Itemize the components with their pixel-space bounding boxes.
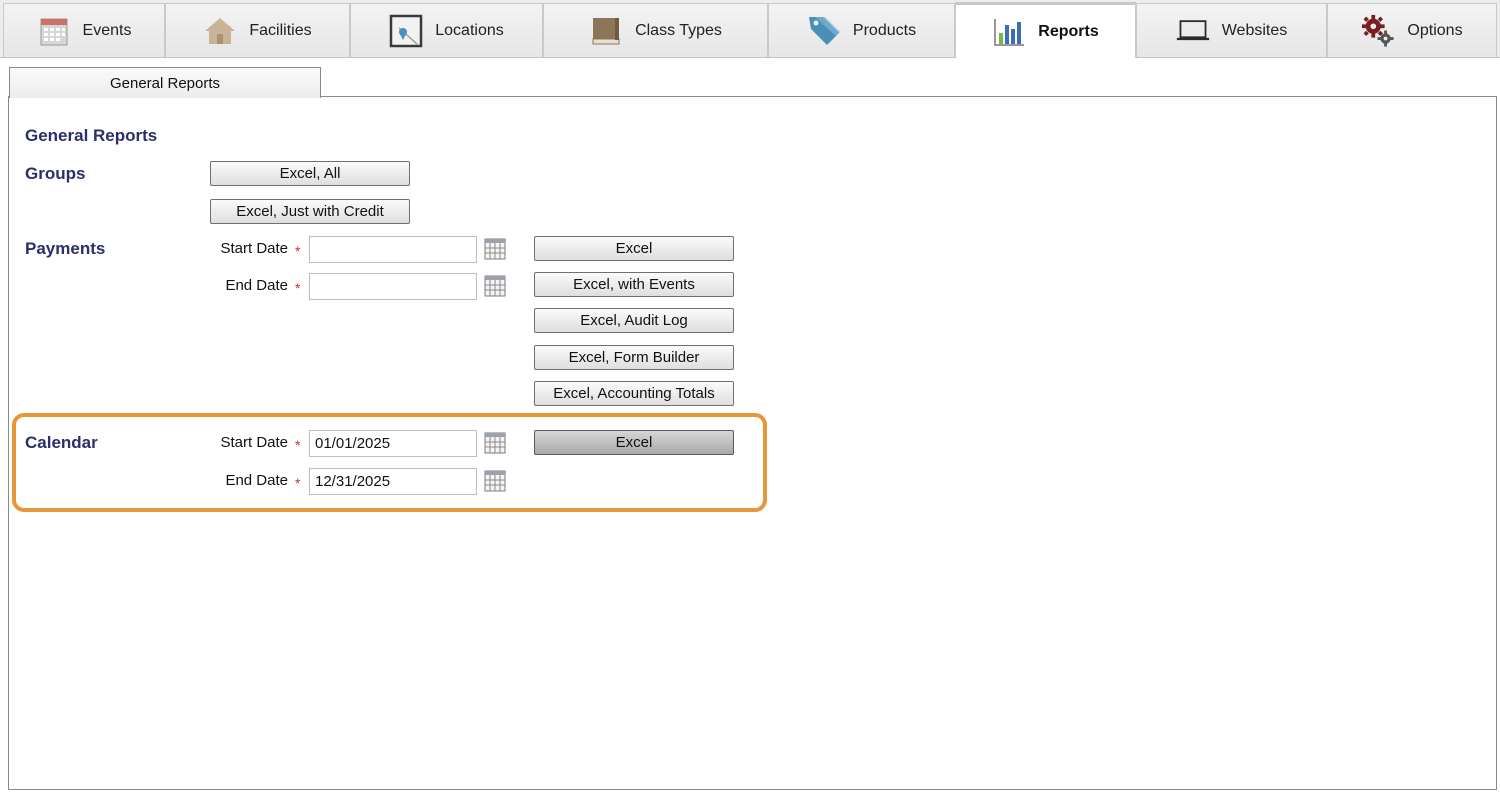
tab-class-types-label: Class Types bbox=[635, 21, 722, 39]
tab-options-label: Options bbox=[1407, 21, 1463, 39]
payments-excel-button[interactable]: Excel bbox=[534, 236, 734, 261]
payments-start-calendar-icon[interactable] bbox=[484, 238, 506, 260]
payments-excel-audit-button[interactable]: Excel, Audit Log bbox=[534, 308, 734, 333]
tab-events-label: Events bbox=[82, 21, 132, 39]
payments-start-required-mark: * bbox=[295, 243, 301, 259]
calendar-title: Calendar bbox=[25, 433, 98, 452]
calendar-grid-icon bbox=[37, 14, 71, 48]
tab-products[interactable]: Products bbox=[768, 3, 955, 57]
groups-excel-credit-button[interactable]: Excel, Just with Credit bbox=[210, 199, 410, 224]
page-title: General Reports bbox=[25, 126, 158, 145]
gears-icon bbox=[1361, 14, 1395, 48]
groups-excel-all-button[interactable]: Excel, All bbox=[210, 161, 410, 186]
map-pin-frame-icon bbox=[389, 14, 423, 48]
payments-start-date-input[interactable] bbox=[309, 236, 477, 263]
reports-panel: General Reports Groups Excel, All Excel,… bbox=[8, 96, 1497, 790]
calendar-start-calendar-icon[interactable] bbox=[484, 432, 506, 454]
bar-chart-icon bbox=[992, 15, 1026, 49]
calendar-start-date-label: Start Date bbox=[220, 434, 288, 451]
tab-websites-label: Websites bbox=[1221, 21, 1288, 39]
calendar-end-date-input[interactable] bbox=[309, 468, 477, 495]
payments-title: Payments bbox=[25, 239, 106, 258]
tab-facilities-label: Facilities bbox=[249, 21, 312, 39]
tab-locations-label: Locations bbox=[435, 21, 504, 39]
payments-end-required-mark: * bbox=[295, 280, 301, 296]
tab-class-types[interactable]: Class Types bbox=[543, 3, 768, 57]
tab-reports[interactable]: Reports bbox=[955, 2, 1136, 58]
tab-events[interactable]: Events bbox=[3, 3, 165, 57]
payments-excel-totals-button[interactable]: Excel, Accounting Totals bbox=[534, 381, 734, 406]
calendar-end-required-mark: * bbox=[295, 475, 301, 491]
tab-websites[interactable]: Websites bbox=[1136, 3, 1327, 57]
tab-locations[interactable]: Locations bbox=[350, 3, 543, 57]
main-nav: Events Facilities Locations Class Types … bbox=[0, 0, 1500, 58]
calendar-start-required-mark: * bbox=[295, 437, 301, 453]
groups-title: Groups bbox=[25, 164, 86, 183]
calendar-excel-button[interactable]: Excel bbox=[534, 430, 734, 455]
tab-options[interactable]: Options bbox=[1327, 3, 1497, 57]
subtab-general-reports-label: General Reports bbox=[109, 74, 221, 92]
calendar-start-date-input[interactable] bbox=[309, 430, 477, 457]
payments-end-calendar-icon[interactable] bbox=[484, 275, 506, 297]
price-tag-icon bbox=[807, 14, 841, 48]
calendar-end-calendar-icon[interactable] bbox=[484, 470, 506, 492]
house-icon bbox=[203, 14, 237, 48]
subtab-general-reports[interactable]: General Reports bbox=[9, 67, 321, 98]
payments-end-date-input[interactable] bbox=[309, 273, 477, 300]
payments-excel-form-button[interactable]: Excel, Form Builder bbox=[534, 345, 734, 370]
book-icon bbox=[589, 14, 623, 48]
tab-facilities[interactable]: Facilities bbox=[165, 3, 350, 57]
payments-start-date-label: Start Date bbox=[220, 240, 288, 257]
payments-excel-events-button[interactable]: Excel, with Events bbox=[534, 272, 734, 297]
tab-products-label: Products bbox=[852, 21, 917, 39]
laptop-icon bbox=[1176, 14, 1210, 48]
calendar-end-date-label: End Date bbox=[225, 472, 288, 489]
payments-end-date-label: End Date bbox=[225, 277, 288, 294]
tab-reports-label: Reports bbox=[1038, 22, 1099, 40]
